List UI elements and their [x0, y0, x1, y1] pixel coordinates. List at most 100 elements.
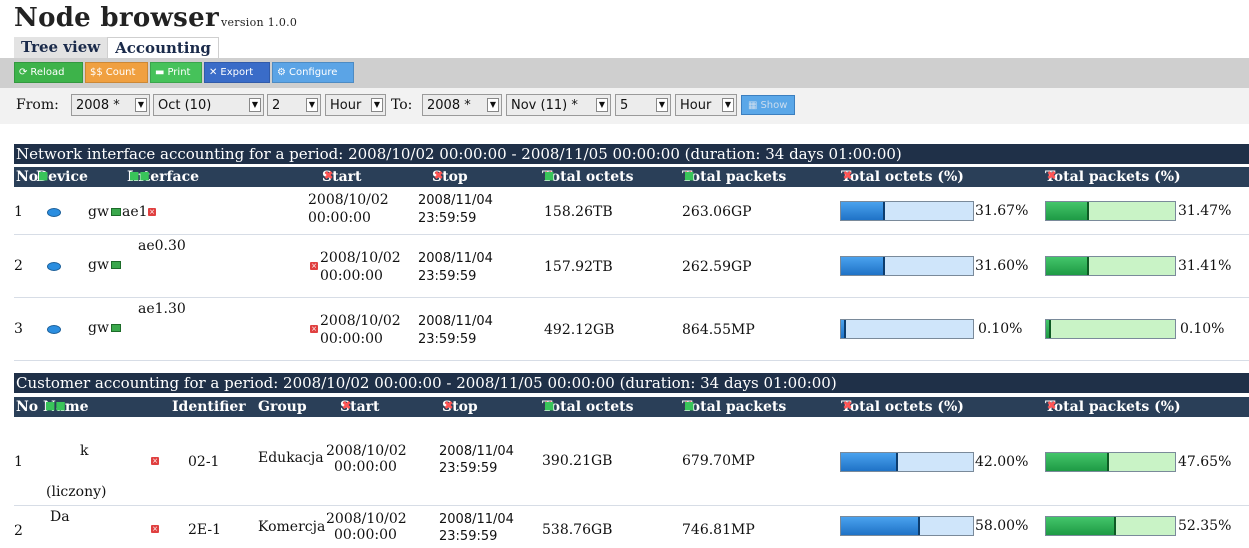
count-button[interactable]: $$ Count	[85, 62, 148, 83]
from-year-select[interactable]: 2008 * ▼	[71, 94, 150, 116]
configure-button[interactable]: ⚙ Configure	[272, 62, 354, 83]
customer-identifier: 2E-1	[188, 522, 222, 538]
start-date: 2008/10/02	[326, 443, 407, 459]
col-total-packets-label: Total packets	[682, 169, 787, 185]
export-button[interactable]: ✕ Export	[204, 62, 270, 83]
reload-button[interactable]: ⟳ Reload	[14, 62, 83, 83]
sort-toggle-icon[interactable]: ■■	[45, 399, 66, 412]
sort-toggle-icon[interactable]: ■	[38, 169, 48, 182]
device-name[interactable]: gw	[88, 204, 109, 221]
col-octets-pct-label: Total octets (%)	[841, 399, 964, 415]
to-year-select[interactable]: 2008 * ▼	[422, 94, 502, 116]
stop-time: 23:59:59	[439, 529, 498, 544]
graph-icon[interactable]	[111, 208, 121, 216]
graph-icon[interactable]	[111, 324, 121, 332]
col-total-packets-label: Total packets	[682, 399, 787, 415]
total-packets: 263.06GP	[682, 204, 752, 220]
configure-icon: ⚙	[277, 67, 286, 78]
customer-name[interactable]: Da	[50, 509, 70, 526]
octets-pct-bar	[840, 319, 974, 339]
show-icon: ▦	[748, 99, 758, 111]
graph-icon[interactable]	[111, 261, 121, 269]
to-month-select[interactable]: Nov (11) * ▼	[506, 94, 611, 116]
sort-remove-icon[interactable]: ✖	[434, 169, 443, 182]
date-filter-bar: From: 2008 * ▼ Oct (10) ▼ 2 ▼ Hour ▼ To: 200…	[0, 88, 1249, 124]
sort-remove-icon[interactable]: ×	[310, 262, 318, 270]
device-name[interactable]: gw	[88, 320, 109, 337]
total-packets: 746.81MP	[682, 522, 755, 538]
reload-label: Reload	[30, 67, 65, 78]
from-unit-value: Hour	[330, 97, 362, 113]
from-day-select[interactable]: 2 ▼	[267, 94, 321, 116]
chevron-down-icon: ▼	[306, 98, 318, 112]
customer-name[interactable]: k	[80, 443, 88, 460]
packets-pct-value: 52.35%	[1178, 518, 1232, 534]
customer-identifier: 02-1	[188, 454, 220, 470]
sort-toggle-icon[interactable]: ■	[684, 399, 694, 412]
start-date: 2008/10/02	[308, 192, 389, 208]
sort-toggle-icon[interactable]: ■	[684, 169, 694, 182]
sort-toggle-icon[interactable]: ■■	[129, 169, 150, 182]
print-button[interactable]: ▬ Print	[150, 62, 202, 83]
device-name[interactable]: gw	[88, 257, 109, 274]
to-unit-value: Hour	[680, 97, 712, 113]
sort-remove-icon[interactable]: ✖	[324, 169, 333, 182]
octets-pct-value: 42.00%	[975, 454, 1029, 470]
from-month-select[interactable]: Oct (10) ▼	[153, 94, 264, 116]
col-total-octets-label: Total octets	[542, 169, 634, 185]
sort-remove-icon[interactable]: ✖	[1047, 169, 1056, 182]
to-label: To:	[391, 97, 413, 113]
tab-tree-view[interactable]: Tree view	[14, 37, 108, 59]
sort-remove-icon[interactable]: ×	[148, 208, 156, 216]
app-header: Node browser version 1.0.0 Tree view Acco…	[0, 0, 1249, 59]
show-button[interactable]: ▦ Show	[741, 95, 795, 115]
tab-bar: Tree view Accounting	[14, 37, 219, 59]
app-title-text: Node browser	[14, 3, 219, 33]
col-no-label: No	[16, 399, 39, 415]
sort-remove-icon[interactable]: ×	[310, 325, 318, 333]
device-icon[interactable]	[47, 208, 61, 217]
row-no: 3	[14, 321, 23, 337]
sort-toggle-icon[interactable]: ■	[544, 169, 554, 182]
interface-name[interactable]: ae0.30	[138, 238, 186, 255]
customer-name-note: (liczony)	[46, 484, 107, 500]
table-row: 2 gw ae0.30 × 2008/10/02 00:00:00 2008/1…	[14, 235, 1249, 298]
sort-remove-icon[interactable]: ×	[151, 525, 159, 533]
to-unit-select[interactable]: Hour ▼	[675, 94, 737, 116]
to-day-select[interactable]: 5 ▼	[615, 94, 671, 116]
packets-pct-bar	[1045, 256, 1176, 276]
device-icon[interactable]	[47, 262, 61, 271]
packets-pct-fill	[1046, 320, 1051, 338]
sort-remove-icon[interactable]: ✖	[843, 169, 852, 182]
octets-pct-value: 58.00%	[975, 518, 1029, 534]
col-total-octets-label: Total octets	[542, 399, 634, 415]
from-month-value: Oct (10)	[158, 97, 212, 113]
start-date: 2008/10/02	[320, 250, 401, 266]
total-packets: 679.70MP	[682, 453, 755, 469]
octets-pct-fill	[841, 517, 920, 535]
col-identifier-label: Identifier	[172, 399, 246, 415]
col-packets-pct-label: Total packets (%)	[1045, 399, 1181, 415]
octets-pct-bar	[840, 201, 974, 221]
device-icon[interactable]	[47, 325, 61, 334]
interface-name[interactable]: ae1	[122, 204, 148, 221]
interface-name[interactable]: ae1.30	[138, 301, 186, 318]
sort-toggle-icon[interactable]: ■	[544, 399, 554, 412]
app-version: version 1.0.0	[220, 16, 298, 29]
total-octets: 538.76GB	[542, 522, 613, 538]
tab-accounting[interactable]: Accounting	[107, 37, 219, 59]
sort-remove-icon[interactable]: ✖	[1047, 399, 1056, 412]
sort-remove-icon[interactable]: ✖	[843, 399, 852, 412]
chevron-down-icon: ▼	[135, 98, 147, 112]
packets-pct-fill	[1046, 453, 1109, 471]
from-unit-select[interactable]: Hour ▼	[325, 94, 386, 116]
chevron-down-icon: ▼	[249, 98, 261, 112]
sort-remove-icon[interactable]: ✖	[444, 399, 453, 412]
app-title: Node browser version 1.0.0	[14, 3, 297, 33]
sort-remove-icon[interactable]: ×	[151, 457, 159, 465]
packets-pct-bar	[1045, 201, 1176, 221]
from-label: From:	[16, 97, 59, 113]
count-label: Count	[105, 67, 136, 78]
network-section-title: Network interface accounting for a perio…	[14, 144, 1249, 164]
sort-remove-icon[interactable]: ✖	[342, 399, 351, 412]
